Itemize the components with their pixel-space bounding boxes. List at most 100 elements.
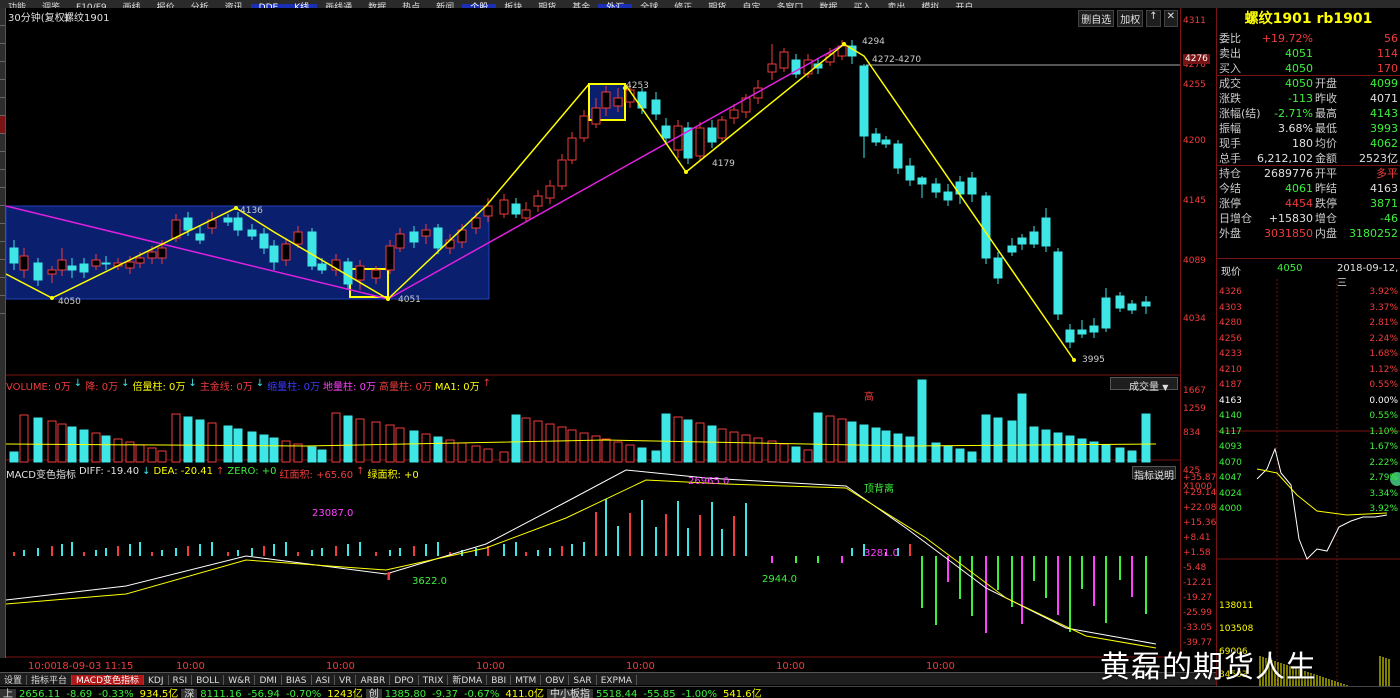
indicator-tab[interactable]: 设置 (0, 675, 28, 685)
quote-key: 振幅 (1219, 122, 1241, 135)
quote-value: 4050 (1285, 62, 1313, 75)
chart-area[interactable]: 4050 4136 4051 4253 4179 4294 4272-4270 3995 高 23… (6, 8, 1180, 658)
sidebar-tab[interactable] (0, 98, 5, 116)
candle-body (409, 231, 419, 243)
candlestick (1017, 234, 1027, 250)
quote-key: 增仓 (1315, 212, 1337, 225)
indicator-tab[interactable]: 指标平台 (27, 675, 73, 685)
candlestick-chart[interactable]: 4050 4136 4051 4253 4179 4294 4272-4270 3995 高 23… (6, 8, 1180, 658)
indicator-tab[interactable]: SAR (569, 675, 597, 685)
macd-tick: -5.48 (1183, 563, 1207, 573)
candle-body (1141, 301, 1151, 307)
volume-bar (433, 436, 443, 463)
sidebar-tab[interactable] (0, 80, 5, 98)
candle-body (707, 127, 717, 143)
candle-body (125, 261, 135, 269)
chart-button[interactable]: ✕ (1163, 10, 1178, 27)
indicator-tab[interactable]: ARBR (356, 675, 391, 685)
candlestick (695, 122, 705, 160)
volume-bar (293, 443, 303, 463)
intraday-panel[interactable]: 现价 4050 2018-09-12,三 4326 4303 4280 4256 423… (1216, 258, 1400, 698)
indicator-tab[interactable]: DPO (390, 675, 419, 685)
quote-value: 4062 (1370, 137, 1398, 150)
candle-body (579, 115, 589, 139)
indicator-tab[interactable]: MTM (511, 675, 542, 685)
volume-bar (385, 424, 395, 463)
candlestick (1141, 296, 1151, 314)
quote-panel: 螺纹1901 rb1901 委比 +19.72% 56 卖出 4051 114 买入 4050… (1216, 8, 1400, 258)
indicator-tab[interactable]: DMI (255, 675, 282, 685)
indicator-tab[interactable]: MACD变色指标 (72, 675, 145, 685)
indicator-tab[interactable]: BBI (487, 675, 512, 685)
candle-body (47, 269, 57, 275)
candlestick (791, 54, 801, 78)
candle-body (355, 265, 365, 281)
macd-tick: +35.87 (1183, 473, 1217, 483)
indicator-tab[interactable]: BOLL (192, 675, 225, 685)
indicator-tab[interactable]: EXPMA (597, 675, 637, 685)
volume-bar (1041, 429, 1051, 463)
status-value: 2656.11 (19, 689, 61, 698)
indicator-tab[interactable]: VR (335, 675, 357, 685)
indicator-tab[interactable]: ASI (312, 675, 336, 685)
volume-bar (1065, 435, 1075, 463)
volume-bar (717, 428, 727, 463)
chart-button[interactable]: 加权 (1117, 10, 1144, 27)
macd-annotation: 23087.0 (312, 508, 353, 519)
mini-pct-tick: 0.55% (1369, 411, 1398, 421)
sidebar-tab[interactable] (0, 44, 5, 62)
volume-bar (683, 419, 693, 463)
quote-key: 外盘 (1219, 227, 1241, 240)
sidebar-tab[interactable] (0, 62, 5, 80)
volume-bar (893, 433, 903, 463)
indicator-tab[interactable]: OBV (541, 675, 570, 685)
indicator-tab[interactable]: W&R (224, 675, 256, 685)
macd-annotation: 顶背离 (864, 482, 894, 495)
mini-tick: 4093 (1219, 442, 1242, 452)
volume-tick: 1667 (1183, 386, 1206, 396)
sidebar-tab[interactable] (0, 188, 5, 206)
mini-pct-tick: 0.00% (1369, 395, 1398, 406)
sidebar-tab[interactable] (0, 278, 5, 296)
volume-bar (331, 412, 341, 463)
macd-diff-line (6, 469, 1157, 645)
candle-body (195, 233, 205, 241)
volume-bar (395, 427, 405, 463)
chart-button[interactable]: 删自选 (1078, 10, 1115, 27)
candle-body (147, 251, 157, 259)
time-label: 10:00 (626, 661, 655, 672)
candle-body (905, 165, 915, 181)
indicator-tab[interactable]: TRIX (419, 675, 449, 685)
candlestick (1115, 292, 1125, 312)
mini-tick: 4210 (1219, 364, 1242, 375)
indicator-help-button[interactable]: 指标说明 (1132, 466, 1176, 482)
chart-button[interactable]: ↑ (1146, 10, 1161, 27)
candle-body (893, 143, 903, 169)
candlestick (967, 172, 977, 202)
candle-body (557, 159, 567, 187)
sidebar-tab[interactable] (0, 170, 5, 188)
sidebar-tab[interactable] (0, 206, 5, 224)
mini-price: 4050 (1277, 263, 1303, 274)
volume-bar (157, 450, 167, 463)
sidebar-tab[interactable] (0, 26, 5, 44)
macd-dea-line (6, 479, 1157, 649)
indicator-tab[interactable]: 新DMA (448, 675, 488, 685)
mini-tick: 4117 (1219, 426, 1242, 437)
indicator-tab[interactable]: RSI (169, 675, 193, 685)
sidebar-tab[interactable] (0, 242, 5, 260)
indicator-tab[interactable]: KDJ (144, 675, 169, 685)
sidebar-tab[interactable] (0, 296, 5, 314)
quote-value: 多平 (1376, 167, 1398, 180)
time-label: 18-09-03 11:15 (56, 661, 134, 672)
indicator-tab[interactable]: BIAS (282, 675, 312, 685)
sidebar-tab[interactable] (0, 8, 5, 26)
sidebar-tab[interactable] (0, 152, 5, 170)
sidebar-tab[interactable] (0, 134, 5, 152)
sidebar-tab[interactable] (0, 224, 5, 242)
price-tick: 4089 (1183, 256, 1206, 266)
legend-item: ↓ (255, 378, 265, 389)
volume-dropdown[interactable]: 成交量 ▼ (1110, 377, 1178, 393)
sidebar-tab[interactable] (0, 260, 5, 278)
sidebar-tab-active[interactable] (0, 116, 5, 134)
